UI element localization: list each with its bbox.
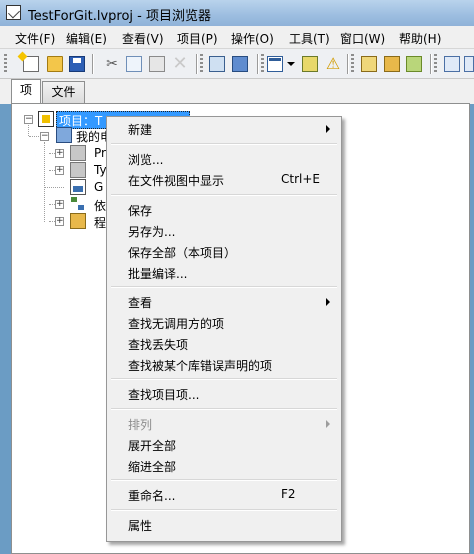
dep-expander[interactable]: + (55, 200, 64, 209)
project-expander[interactable]: − (24, 115, 33, 124)
tree-item-ty[interactable]: Ty (94, 163, 107, 177)
warning-icon[interactable]: ⚠ (325, 56, 341, 72)
shortcut-ctrl-e: Ctrl+E (281, 172, 320, 186)
tree-item-g[interactable]: G (94, 180, 103, 194)
submenu-arrow-icon (326, 420, 330, 428)
tab-strip: 项 文件 (0, 79, 474, 104)
view-menu-icon[interactable] (267, 56, 283, 72)
computer-icon (56, 127, 72, 143)
title-bar: TestForGit.lvproj - 项目浏览器 (0, 0, 474, 26)
package-icon[interactable] (406, 56, 422, 72)
open-icon[interactable] (47, 56, 63, 72)
shortcut-f2: F2 (281, 487, 296, 501)
tree-item-dependencies[interactable]: 依 (94, 197, 106, 214)
menu-item-collapse-all[interactable]: 缩进全部 (128, 458, 176, 475)
menu-item-new[interactable]: 新建 (128, 121, 152, 138)
build-spec-icon (70, 213, 86, 229)
menu-tools[interactable]: 工具(T) (289, 30, 330, 47)
menu-edit[interactable]: 编辑(E) (66, 30, 107, 47)
tree-item-pr[interactable]: Pr (94, 146, 106, 160)
ty-expander[interactable]: + (55, 166, 64, 175)
paste-icon[interactable] (149, 56, 165, 72)
vi-file-icon (70, 179, 86, 195)
menu-item-find-misclaimed[interactable]: 查找被某个库错误声明的项 (128, 357, 272, 374)
library-icon[interactable] (361, 56, 377, 72)
menu-item-properties[interactable]: 属性 (128, 517, 152, 534)
save-all-icon[interactable] (69, 56, 85, 72)
resolve-icon[interactable] (302, 56, 318, 72)
class-icon[interactable] (384, 56, 400, 72)
pr-expander[interactable]: + (55, 149, 64, 158)
menu-item-view[interactable]: 查看 (128, 294, 152, 311)
project-icon[interactable] (209, 56, 225, 72)
menu-view[interactable]: 查看(V) (122, 30, 164, 47)
submenu-arrow-icon (326, 125, 330, 133)
context-menu: 新建 浏览... 在文件视图中显示 Ctrl+E 保存 另存为... 保存全部（… (106, 116, 342, 542)
menu-item-show-in-files-view[interactable]: 在文件视图中显示 (128, 172, 224, 189)
menu-bar: 文件(F) 编辑(E) 查看(V) 项目(P) 操作(O) 工具(T) 窗口(W… (0, 26, 474, 49)
menu-project[interactable]: 项目(P) (177, 30, 218, 47)
menu-item-browse[interactable]: 浏览... (128, 151, 163, 168)
menu-item-save-all[interactable]: 保存全部（本项目） (128, 244, 236, 261)
new-vi-icon[interactable] (17, 51, 39, 72)
folder-icon (70, 145, 86, 161)
menu-file[interactable]: 文件(F) (15, 30, 55, 47)
menu-item-find-missing[interactable]: 查找丢失项 (128, 336, 188, 353)
menu-item-expand-all[interactable]: 展开全部 (128, 437, 176, 454)
copy-icon[interactable] (126, 56, 142, 72)
menu-help[interactable]: 帮助(H) (399, 30, 441, 47)
menu-item-save[interactable]: 保存 (128, 202, 152, 219)
toolbar-grip[interactable] (4, 54, 7, 74)
dependencies-icon (70, 196, 86, 212)
folder-icon (70, 162, 86, 178)
chevron-down-icon[interactable] (287, 62, 295, 66)
labview-project-icon (6, 5, 21, 20)
menu-item-save-as[interactable]: 另存为... (128, 223, 175, 240)
cut-icon[interactable]: ✂ (104, 56, 120, 72)
build-expander[interactable]: + (55, 217, 64, 226)
submenu-arrow-icon (326, 298, 330, 306)
build-icon[interactable] (232, 56, 248, 72)
menu-item-arrange: 排列 (128, 418, 153, 432)
window-title: TestForGit.lvproj - 项目浏览器 (28, 9, 211, 24)
menu-item-find-project-items[interactable]: 查找项目项... (128, 386, 199, 403)
tab-files[interactable]: 文件 (42, 81, 85, 103)
delete-icon[interactable]: ✕ (172, 55, 188, 73)
more-tools-icon[interactable] (464, 56, 474, 72)
menu-item-rename[interactable]: 重命名... (128, 487, 175, 504)
tree-item-build[interactable]: 程 (94, 214, 106, 231)
toolbar: ✂ ✕ ⚠ (0, 49, 474, 79)
project-file-icon (38, 111, 54, 127)
menu-window[interactable]: 窗口(W) (340, 30, 385, 47)
computer-expander[interactable]: − (40, 132, 49, 141)
gen-icon[interactable] (444, 56, 460, 72)
menu-item-mass-compile[interactable]: 批量编译... (128, 265, 187, 282)
tab-items[interactable]: 项 (11, 79, 41, 104)
menu-operate[interactable]: 操作(O) (231, 30, 274, 47)
menu-item-find-callerless[interactable]: 查找无调用方的项 (128, 315, 224, 332)
